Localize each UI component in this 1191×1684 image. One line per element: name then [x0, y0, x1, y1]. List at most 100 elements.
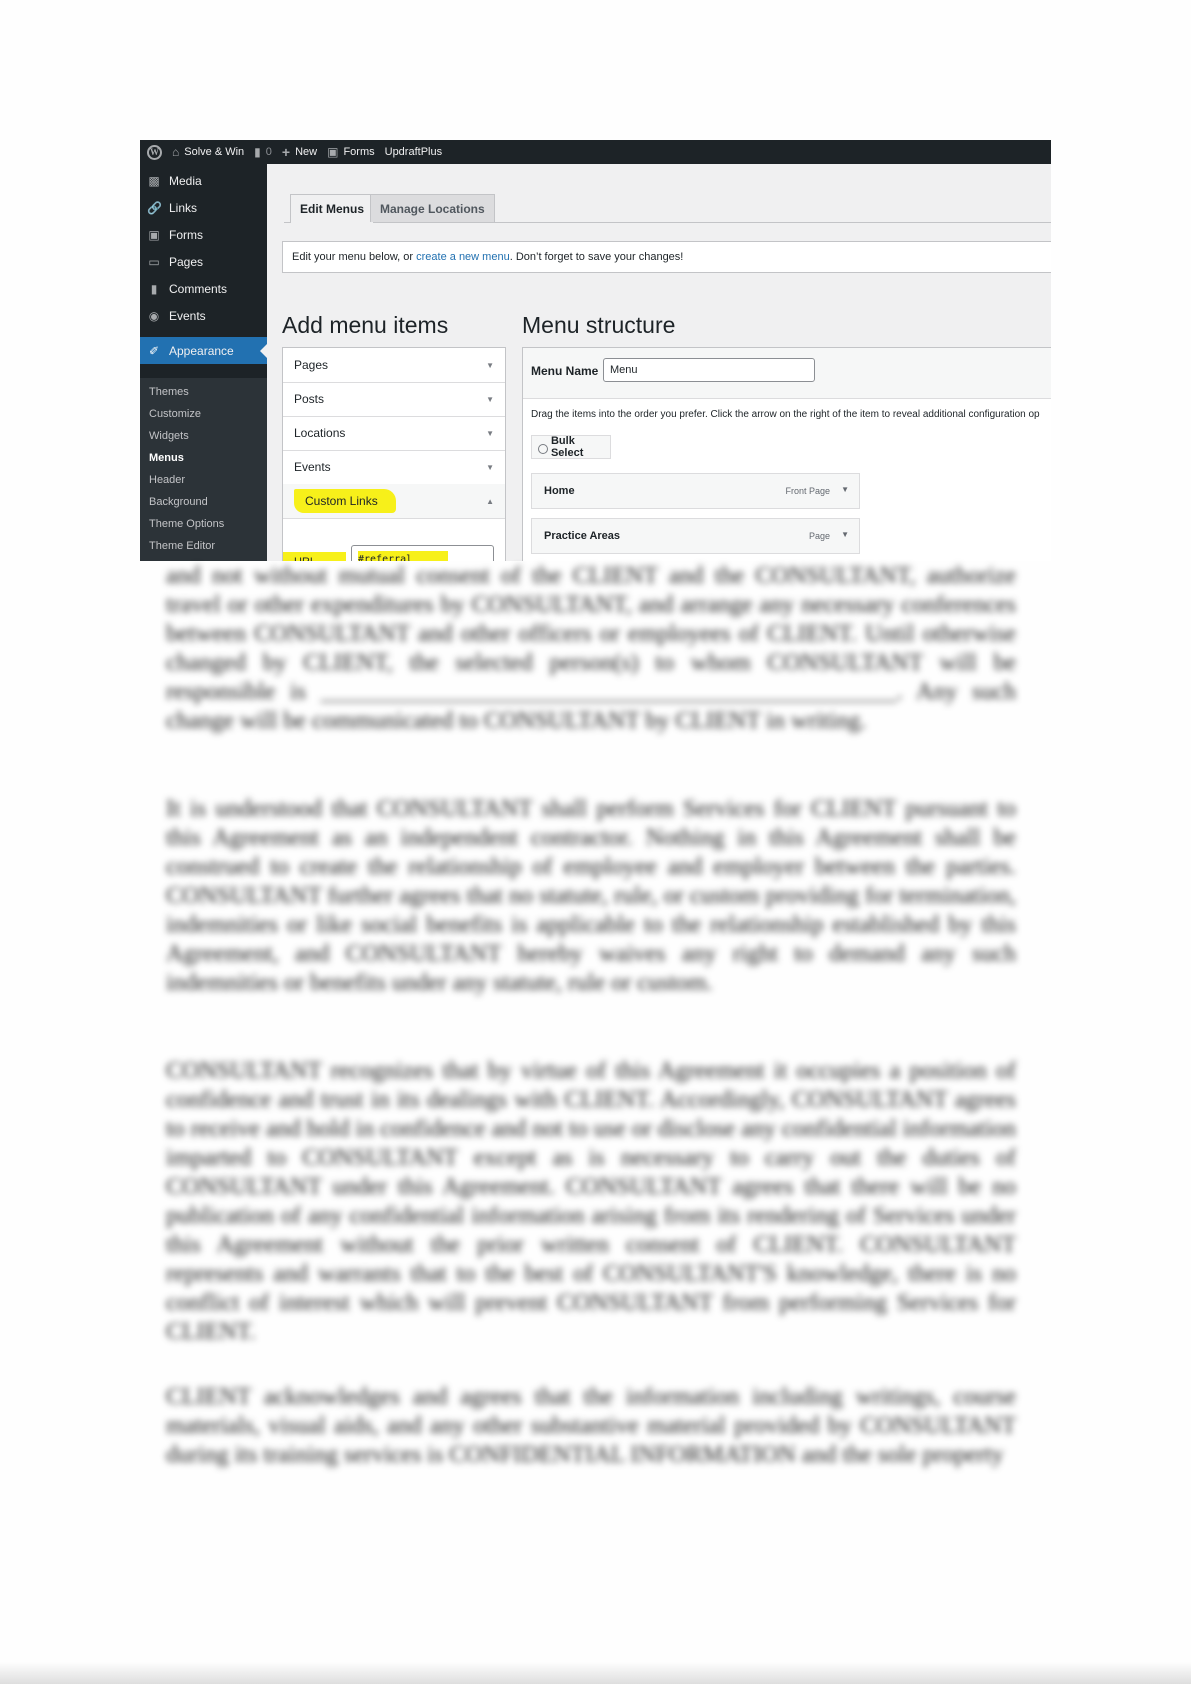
media-icon: ▩ — [148, 173, 160, 188]
accordion-label: Posts — [294, 392, 325, 406]
menu-name-input[interactable]: Menu — [603, 358, 815, 382]
comments-link[interactable]: ▮ 0 — [254, 145, 272, 159]
admin-sidebar: ▩ Media 🔗 Links ▣ Forms ▭ Pages ▮ Commen… — [140, 164, 267, 561]
page-bottom-edge — [0, 1662, 1191, 1684]
chevron-down-icon[interactable]: ▼ — [841, 530, 849, 539]
nav-tabs: Edit Menus Manage Locations — [284, 194, 1051, 223]
edit-menu-notice: Edit your menu below, or create a new me… — [282, 241, 1051, 273]
sidebar-item-links[interactable]: 🔗 Links — [140, 194, 267, 221]
notice-suffix: . Don’t forget to save your changes! — [509, 251, 684, 263]
comments-icon: ▮ — [150, 281, 158, 296]
accordion-posts[interactable]: Posts ▼ — [283, 382, 505, 417]
wordpress-logo-icon[interactable]: W — [147, 144, 162, 160]
menu-item-practice-areas[interactable]: Practice Areas Page ▼ — [531, 518, 860, 554]
accordion-label: Locations — [294, 426, 346, 440]
forms-link[interactable]: ▣ Forms — [327, 145, 375, 159]
sidebar-item-comments[interactable]: ▮ Comments — [140, 275, 267, 302]
admin-bar: W ⌂ Solve & Win ▮ 0 + New ▣ Forms Updraf… — [140, 140, 1051, 164]
accordion-locations[interactable]: Locations ▼ — [283, 416, 505, 451]
sidebar-item-pages[interactable]: ▭ Pages — [140, 248, 267, 275]
paragraph-text: CLIENT acknowledges and agrees that the … — [166, 1384, 1016, 1468]
submenu-item-menus[interactable]: Menus — [149, 452, 184, 464]
forms-icon: ▣ — [148, 227, 160, 242]
add-menu-items-accordion: Pages ▼ Posts ▼ Locations ▼ Events ▼ Cus… — [282, 347, 506, 561]
menu-item-home[interactable]: Home Front Page ▼ — [531, 473, 860, 509]
chevron-up-icon[interactable]: ▲ — [486, 497, 494, 506]
menu-name-header: Menu Name Menu — [523, 348, 1051, 399]
sidebar-item-appearance[interactable]: ✐ Appearance — [140, 337, 267, 364]
document-paragraph-3: CONSULTANT recognizes that by virtue of … — [166, 1057, 1016, 1347]
menu-item-title: Practice Areas — [544, 530, 621, 542]
bulk-select-label: Bulk Select — [550, 435, 584, 459]
document-paragraph-2: It is understood that CONSULTANT shall p… — [166, 795, 1016, 998]
new-content-link[interactable]: + New — [282, 144, 317, 160]
paragraph-text: CONSULTANT recognizes that by virtue of … — [166, 1058, 1016, 1345]
menu-item-title: Home — [544, 485, 575, 497]
site-name-link[interactable]: ⌂ Solve & Win — [172, 145, 244, 159]
site-name: Solve & Win — [184, 146, 245, 158]
document-paragraph-1: and not without mutual consent of the CL… — [166, 562, 1016, 736]
sidebar-item-label: Media — [169, 173, 202, 188]
appearance-submenu: Themes Customize Widgets Menus Header Ba… — [140, 378, 267, 561]
url-value: #referral — [358, 551, 449, 561]
comments-count: 0 — [265, 146, 272, 158]
menu-structure-panel: Menu Name Menu Drag the items into the o… — [522, 347, 1051, 561]
new-label: New — [295, 146, 318, 158]
updraftplus-link[interactable]: UpdraftPlus — [385, 146, 442, 158]
menu-item-type: Front Page — [785, 486, 830, 496]
document-paragraph-4: CLIENT acknowledges and agrees that the … — [166, 1383, 1016, 1470]
menu-item-type: Page — [808, 531, 830, 541]
accordion-custom-links[interactable]: Custom Links ▲ — [283, 484, 505, 519]
accordion-label: Custom Links — [294, 489, 396, 513]
accordion-label: Events — [294, 460, 331, 474]
main-content: Edit Menus Manage Locations Edit your me… — [267, 164, 1051, 561]
sidebar-item-label: Pages — [169, 254, 204, 269]
forms-icon: ▣ — [327, 145, 339, 159]
accordion-label: Pages — [294, 358, 329, 372]
updraftplus-label: UpdraftPlus — [384, 146, 443, 158]
submenu-item-customize[interactable]: Customize — [149, 408, 201, 420]
sidebar-item-media[interactable]: ▩ Media — [140, 167, 267, 194]
bulk-select-button[interactable]: Bulk Select — [531, 435, 611, 459]
create-new-menu-link[interactable]: create a new menu — [416, 251, 510, 263]
notice-prefix: Edit your menu below, or — [292, 251, 414, 263]
submenu-item-widgets[interactable]: Widgets — [149, 430, 189, 442]
wordpress-menus-screenshot: W ⌂ Solve & Win ▮ 0 + New ▣ Forms Updraf… — [140, 140, 1051, 561]
tab-manage-locations[interactable]: Manage Locations — [370, 194, 495, 222]
menu-name-label: Menu Name — [531, 364, 599, 378]
chevron-down-icon[interactable]: ▼ — [486, 429, 494, 438]
submenu-item-theme-options[interactable]: Theme Options — [149, 518, 224, 530]
sidebar-item-events[interactable]: ◉ Events — [140, 302, 267, 329]
forms-label: Forms — [343, 146, 375, 158]
plus-icon: + — [281, 144, 291, 160]
pages-icon: ▭ — [148, 254, 160, 269]
sidebar-item-label: Events — [169, 308, 206, 323]
url-label: URL — [283, 552, 347, 561]
drag-instructions: Drag the items into the order you prefer… — [531, 409, 1040, 420]
submenu-item-themes[interactable]: Themes — [149, 386, 189, 398]
submenu-item-header[interactable]: Header — [149, 474, 185, 486]
comment-icon: ▮ — [254, 145, 261, 159]
sidebar-item-forms[interactable]: ▣ Forms — [140, 221, 267, 248]
add-menu-items-heading: Add menu items — [282, 312, 449, 338]
chevron-down-icon[interactable]: ▼ — [486, 463, 494, 472]
submenu-item-theme-editor[interactable]: Theme Editor — [149, 540, 215, 552]
sidebar-item-label: Links — [169, 200, 198, 215]
accordion-events[interactable]: Events ▼ — [283, 450, 505, 485]
bulk-select-checkbox[interactable] — [538, 443, 548, 454]
accordion-pages[interactable]: Pages ▼ — [283, 348, 505, 383]
chevron-down-icon[interactable]: ▼ — [486, 395, 494, 404]
events-icon: ◉ — [148, 308, 160, 323]
custom-link-url-row: URL #referral — [283, 543, 507, 561]
chevron-down-icon[interactable]: ▼ — [486, 361, 494, 370]
paragraph-text: and not without mutual consent of the CL… — [166, 563, 1016, 734]
tab-edit-menus[interactable]: Edit Menus — [290, 194, 375, 223]
paintbrush-icon: ✐ — [148, 343, 160, 358]
menu-structure-heading: Menu structure — [522, 312, 676, 338]
sidebar-item-label: Forms — [169, 227, 203, 242]
paragraph-text: It is understood that CONSULTANT shall p… — [166, 796, 1016, 996]
chevron-down-icon[interactable]: ▼ — [841, 485, 849, 494]
submenu-item-background[interactable]: Background — [149, 496, 208, 508]
sidebar-item-label: Comments — [169, 281, 228, 296]
url-input[interactable]: #referral — [351, 545, 494, 561]
